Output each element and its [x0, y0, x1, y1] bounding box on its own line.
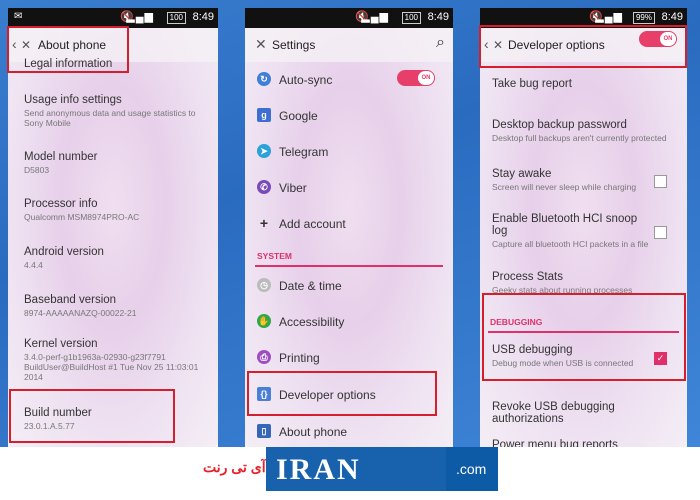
bluetooth-hci-checkbox[interactable]: [654, 226, 667, 239]
battery-indicator: 100: [401, 12, 421, 24]
highlight-usb-debugging: [482, 293, 686, 381]
settings-tools-icon: ✕: [255, 36, 267, 52]
highlight-developer-options: [247, 371, 437, 416]
notification-icon: ✉: [14, 11, 23, 22]
viber-item[interactable]: ✆ Viber: [257, 176, 443, 200]
clock: 8:49: [427, 11, 449, 23]
about-phone-screen: ✉ 🔇 ▂▄▆ 100 8:49 ‹ ✕ About phone Legal i…: [8, 8, 218, 447]
page-title: Settings: [272, 38, 316, 52]
stay-awake-item[interactable]: Stay awake Screen will never sleep while …: [492, 168, 651, 192]
signal-icon: ▂▄▆: [595, 11, 623, 23]
signal-icon: ▂▄▆: [126, 11, 154, 23]
developer-options-screen: 🔇 ▂▄▆ 99% 8:49 ‹ ✕ Developer options ON …: [480, 8, 687, 447]
highlight-about-title: [7, 26, 129, 73]
site-logo: آی تی رنت IRAN .com: [200, 447, 498, 491]
clock-icon: ◷: [257, 278, 271, 292]
battery-indicator: 99%: [632, 12, 655, 24]
add-account-item[interactable]: + Add account: [257, 212, 443, 236]
processor-info-item: Processor info Qualcomm MSM8974PRO-AC: [24, 198, 140, 222]
telegram-item[interactable]: ➤ Telegram: [257, 140, 443, 164]
accessibility-item[interactable]: ✋ Accessibility: [257, 310, 443, 334]
take-bug-report-item[interactable]: Take bug report: [492, 78, 677, 90]
bluetooth-hci-snoop-item[interactable]: Enable Bluetooth HCI snoop log Capture al…: [492, 213, 651, 249]
baseband-version-item: Baseband version 8974-AAAAANAZQ-00022-21: [24, 294, 137, 318]
status-bar: 🔇 ▂▄▆ 100 8:49: [245, 8, 453, 28]
telegram-icon: ➤: [257, 144, 271, 158]
logo-persian-text: آی تی رنت: [200, 447, 266, 491]
printing-item[interactable]: ⎙ Printing: [257, 346, 443, 370]
search-icon[interactable]: ⌕: [436, 34, 445, 52]
auto-sync-toggle[interactable]: ON: [397, 70, 435, 86]
power-menu-bug-reports-item[interactable]: Power menu bug reports: [492, 439, 677, 447]
accessibility-icon: ✋: [257, 314, 271, 328]
section-header-system: SYSTEM: [257, 251, 292, 261]
process-stats-item[interactable]: Process Stats Geeky stats about running p…: [492, 271, 677, 295]
desktop-backup-password-item[interactable]: Desktop backup password Desktop full back…: [492, 119, 677, 143]
plus-icon: +: [259, 215, 269, 231]
kernel-version-item: Kernel version 3.4.0-perf-g1b1963a-02930-…: [24, 338, 199, 382]
clock: 8:49: [661, 11, 683, 23]
battery-indicator: 100: [166, 12, 186, 24]
highlight-build-number: [9, 389, 175, 443]
auto-sync-item[interactable]: ↻ Auto-sync ON: [257, 68, 443, 92]
logo-domain: .com: [456, 461, 487, 477]
date-time-item[interactable]: ◷ Date & time: [257, 274, 443, 298]
usage-info-item[interactable]: Usage info settings Send anonymous data a…: [24, 94, 208, 128]
signal-icon: ▂▄▆: [361, 11, 389, 23]
stay-awake-checkbox[interactable]: [654, 175, 667, 188]
sync-icon: ↻: [257, 72, 271, 86]
android-version-item[interactable]: Android version 4.4.4: [24, 246, 208, 270]
viber-icon: ✆: [257, 180, 271, 194]
status-bar: ✉ 🔇 ▂▄▆ 100 8:49: [8, 8, 218, 28]
google-item[interactable]: g Google: [257, 104, 443, 128]
highlight-developer-title: [479, 25, 687, 68]
printer-icon: ⎙: [257, 350, 271, 364]
revoke-usb-debugging-item[interactable]: Revoke USB debugging authorizations: [492, 401, 677, 425]
logo-brand: IRAN: [266, 447, 446, 491]
action-bar: ✕ Settings ⌕: [245, 28, 453, 62]
clock: 8:49: [192, 11, 214, 23]
google-icon: g: [257, 108, 271, 122]
model-number-item: Model number D5803: [24, 151, 98, 175]
phone-icon: ▯: [257, 424, 271, 438]
section-divider: [255, 265, 443, 267]
footer-blank: [0, 447, 200, 500]
about-phone-item[interactable]: ▯ About phone: [257, 420, 443, 444]
